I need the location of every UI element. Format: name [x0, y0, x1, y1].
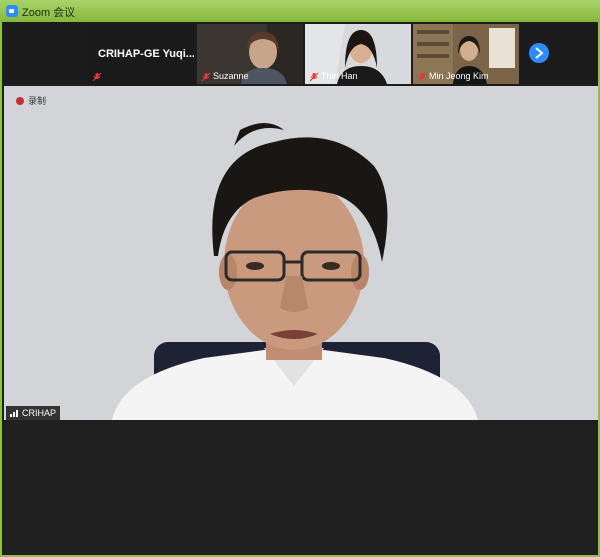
active-speaker-label: CRIHAP: [6, 406, 61, 420]
empty-video-area: [4, 420, 598, 555]
muted-mic-icon: [201, 72, 211, 82]
participant-tile-suzanne[interactable]: Suzanne: [197, 24, 303, 84]
muted-mic-icon: [417, 72, 427, 82]
participant-strip: CRIHAP-GE Yuqi... Suzanne Thiri Han Min …: [2, 22, 598, 86]
chevron-right-icon: [535, 47, 544, 59]
muted-mic-icon: [92, 72, 102, 82]
next-page-button[interactable]: [529, 43, 549, 63]
recording-label: 录制: [28, 96, 47, 106]
participant-name-large: CRIHAP-GE Yuqi...: [98, 48, 194, 60]
active-speaker-name: CRIHAP: [22, 408, 57, 418]
participant-tile-thiri-han[interactable]: Thiri Han: [305, 24, 411, 84]
muted-mic-icon: [309, 72, 319, 82]
window-title: Zoom 会议: [22, 7, 76, 19]
record-icon: [16, 97, 24, 105]
participant-tile-crihap[interactable]: CRIHAP-GE Yuqi...: [88, 24, 194, 84]
participant-tile-min-jeong-kim[interactable]: Min Jeong Kim: [413, 24, 519, 84]
recording-indicator[interactable]: 录制: [16, 94, 46, 107]
meeting-area: CRIHAP-GE Yuqi... Suzanne Thiri Han Min …: [2, 22, 598, 555]
active-speaker-video: 录制 CRIHAP: [4, 86, 598, 420]
zoom-window: Zoom 会议 CRIHAP-GE Yuqi... Suzanne Thiri …: [0, 0, 600, 557]
zoom-app-icon: [6, 5, 18, 17]
signal-strength-icon: [10, 410, 18, 417]
participant-name: Min Jeong Kim: [429, 71, 489, 81]
participant-name: Suzanne: [213, 71, 249, 81]
participant-name: Thiri Han: [321, 71, 358, 81]
speaker-video-frame: [4, 86, 598, 420]
title-bar[interactable]: Zoom 会议: [0, 0, 600, 22]
